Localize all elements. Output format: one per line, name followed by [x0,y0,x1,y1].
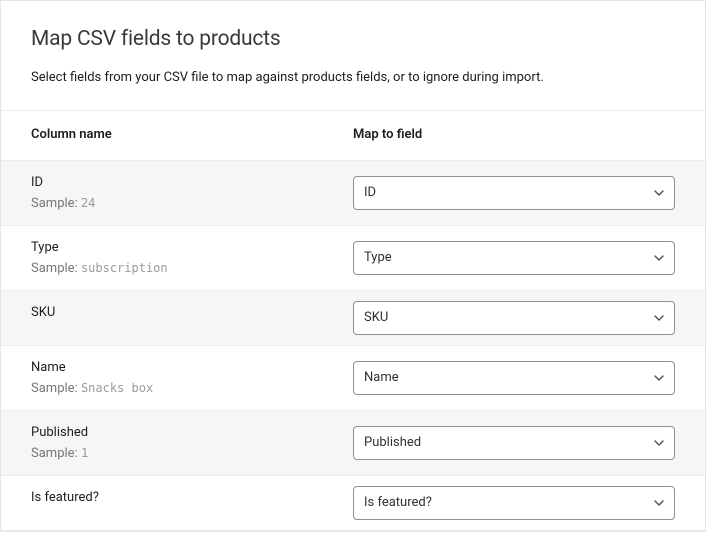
table-row: SKU SKU [1,290,705,345]
column-name-header: Column name [1,111,353,161]
map-to-field-select[interactable]: Type [353,241,675,275]
column-label: Type [31,240,323,255]
select-wrap: Type [353,241,675,275]
map-to-field-cell: Name [353,345,705,410]
table-row: Type Sample: subscription Type [1,225,705,290]
table-row: Is featured? Is featured? [1,475,705,530]
map-to-field-cell: Published [353,410,705,475]
map-to-field-cell: ID [353,160,705,225]
map-to-field-select[interactable]: Published [353,426,675,460]
map-to-field-select[interactable]: Is featured? [353,486,675,520]
select-wrap: Published [353,426,675,460]
map-to-field-select[interactable]: SKU [353,301,675,335]
column-label: ID [31,175,323,190]
sample-prefix: Sample: [31,381,78,396]
map-to-field-select[interactable]: Name [353,361,675,395]
map-to-field-cell: Is featured? [353,475,705,530]
table-row: Published Sample: 1 Published [1,410,705,475]
select-wrap: ID [353,176,675,210]
sample-prefix: Sample: [31,446,78,461]
column-name-cell: SKU [1,290,353,345]
csv-field-mapping-panel: Map CSV fields to products Select fields… [0,0,706,532]
column-name-cell: Is featured? [1,475,353,530]
sample-line: Sample: 1 [31,446,323,461]
panel-header: Map CSV fields to products Select fields… [1,1,705,111]
page-description: Select fields from your CSV file to map … [31,69,675,88]
select-wrap: SKU [353,301,675,335]
map-to-field-cell: SKU [353,290,705,345]
sample-line: Sample: Snacks box [31,381,323,396]
sample-prefix: Sample: [31,261,78,276]
field-mapping-table: Column name Map to field IDSample: 24IDT… [1,111,705,531]
column-label: SKU [31,305,323,320]
map-to-field-select[interactable]: ID [353,176,675,210]
sample-value: 24 [81,196,95,210]
column-name-cell: Published Sample: 1 [1,410,353,475]
column-label: Name [31,360,323,375]
column-name-cell: Name Sample: Snacks box [1,345,353,410]
table-row: Name Sample: Snacks box Name [1,345,705,410]
column-name-cell: Type Sample: subscription [1,225,353,290]
select-wrap: Name [353,361,675,395]
select-wrap: Is featured? [353,486,675,520]
sample-value: 1 [81,446,88,460]
map-to-field-cell: Type [353,225,705,290]
table-header-row: Column name Map to field [1,111,705,161]
sample-value: Snacks box [81,381,153,395]
sample-value: subscription [81,261,168,275]
sample-prefix: Sample: [31,196,78,211]
sample-line: Sample: subscription [31,261,323,276]
column-name-cell: ID Sample: 24 [1,160,353,225]
sample-line: Sample: 24 [31,196,323,211]
table-row: ID Sample: 24 ID [1,160,705,225]
map-to-field-header: Map to field [353,111,705,161]
column-label: Is featured? [31,490,323,505]
column-label: Published [31,425,323,440]
page-title: Map CSV fields to products [31,27,675,51]
